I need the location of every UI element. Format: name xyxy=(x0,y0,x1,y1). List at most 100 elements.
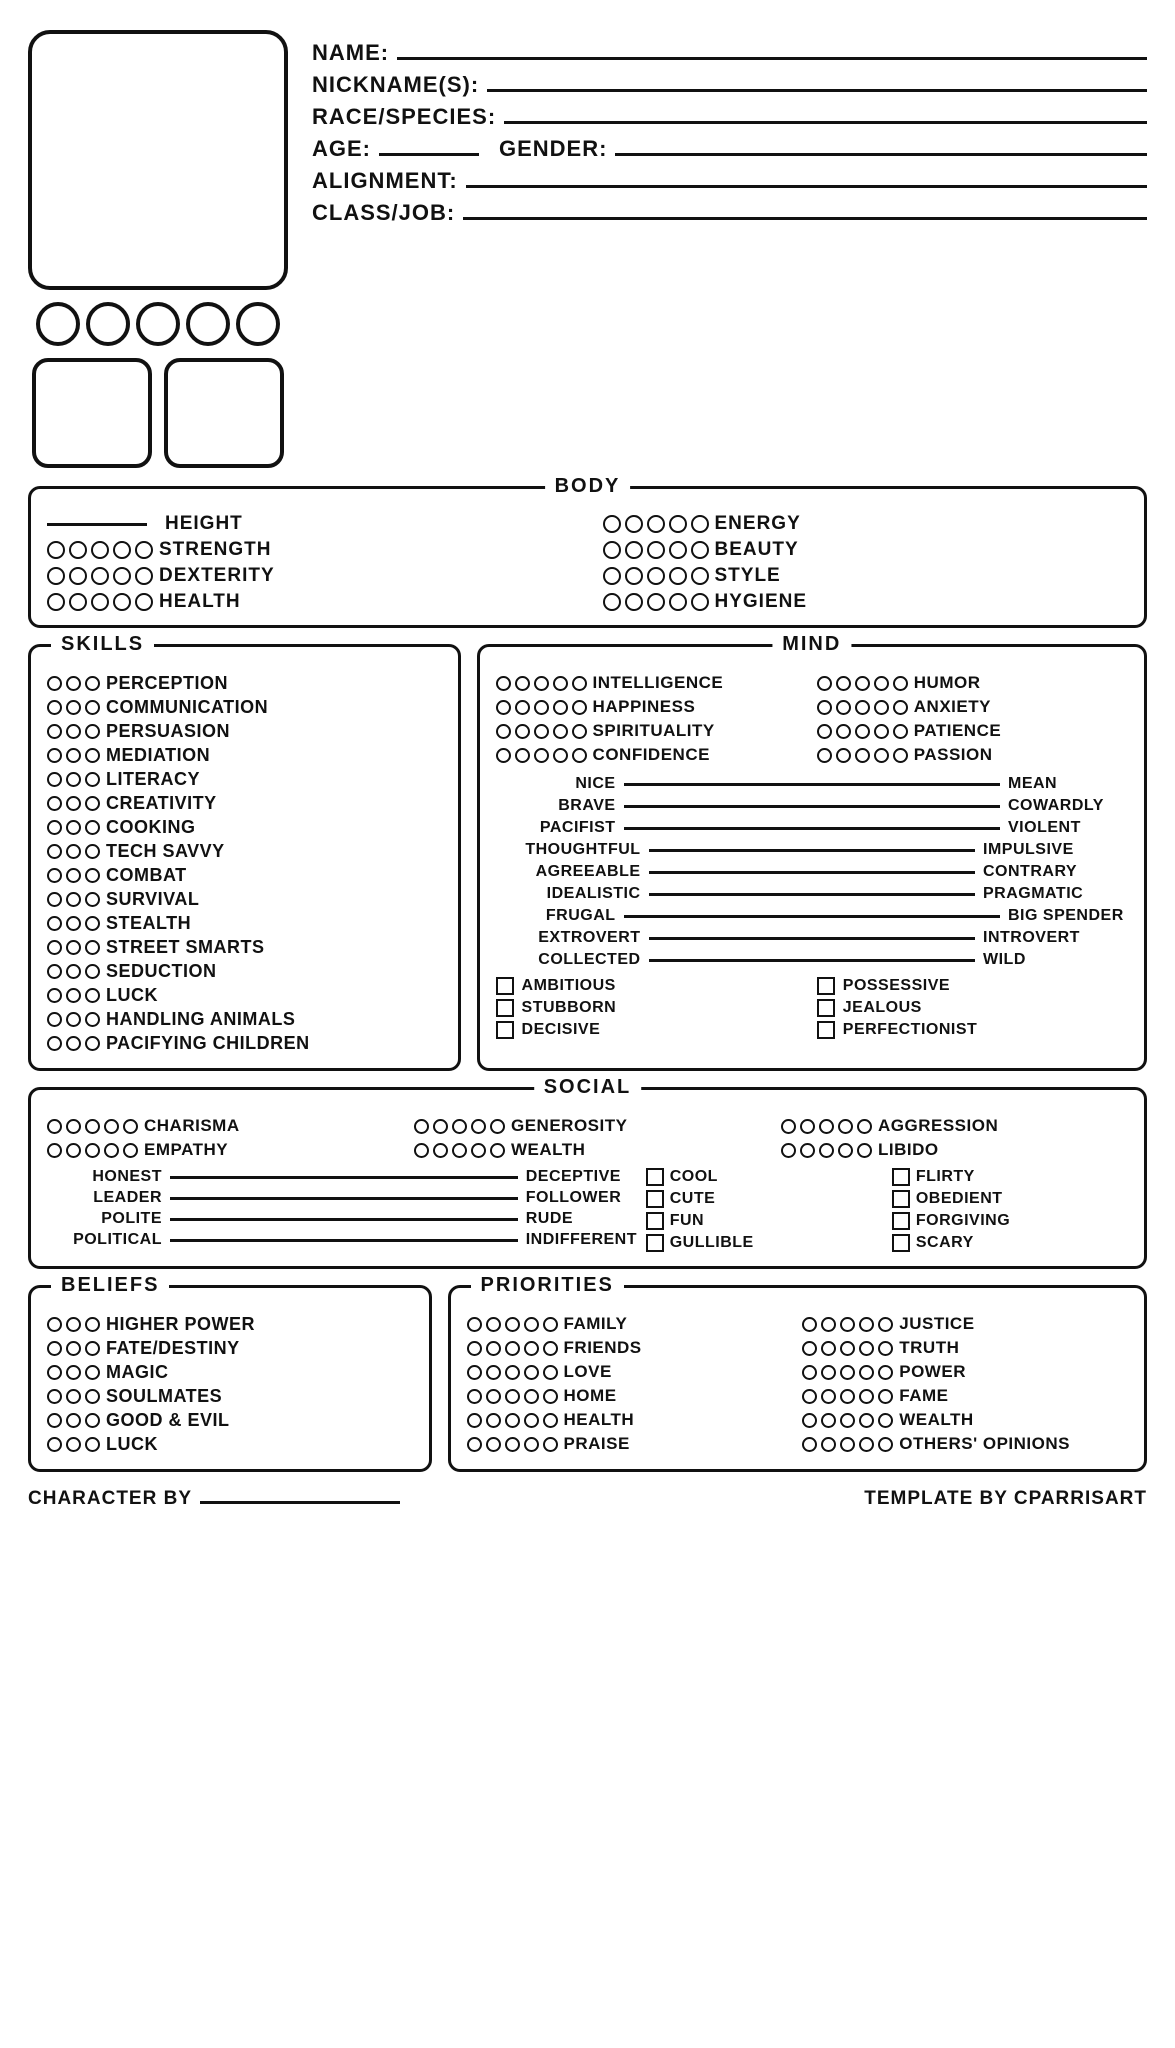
slider-thoughtful-impulsive: THOUGHTFUL IMPULSIVE xyxy=(496,841,1128,859)
main-portrait xyxy=(28,30,288,290)
mind-stats-grid: INTELLIGENCE HUMOR HAPPINESS ANXIETY xyxy=(496,673,1128,765)
patience-row: PATIENCE xyxy=(817,721,1128,741)
health-row: HEALTH xyxy=(47,591,573,613)
mind-sliders: NICE MEAN BRAVE COWARDLY PACIFIST VIOLEN… xyxy=(496,775,1128,969)
cb-scary: SCARY xyxy=(892,1234,1128,1252)
checkbox-cute[interactable] xyxy=(646,1190,664,1208)
slider-extrovert-introvert: EXTROVERT INTROVERT xyxy=(496,929,1128,947)
beauty-row: BEAUTY xyxy=(603,539,1129,561)
beauty-label: BEAUTY xyxy=(715,539,799,561)
slider-leader-follower: LEADER FOLLOWER xyxy=(47,1189,626,1207)
priority-love: LOVE xyxy=(467,1362,793,1382)
skill-handling-animals: HANDLING ANIMALS xyxy=(47,1009,442,1030)
priority-truth: TRUTH xyxy=(802,1338,1128,1358)
height-label: HEIGHT xyxy=(165,513,243,535)
checkbox-forgiving[interactable] xyxy=(892,1212,910,1230)
cb-forgiving: FORGIVING xyxy=(892,1212,1128,1230)
intelligence-row: INTELLIGENCE xyxy=(496,673,807,693)
name-line: NAME: xyxy=(312,40,1147,66)
health-circles xyxy=(47,593,153,611)
alignment-line: ALIGNMENT: xyxy=(312,168,1147,194)
body-section: BODY HEIGHT ENERGY xyxy=(28,486,1147,628)
gender-line: GENDER: xyxy=(499,136,1147,162)
mind-content: INTELLIGENCE HUMOR HAPPINESS ANXIETY xyxy=(496,661,1128,1039)
dexterity-label: DEXTERITY xyxy=(159,565,275,587)
info-column: NAME: NICKNAME(S): RACE/SPECIES: AGE: GE… xyxy=(312,30,1147,468)
priority-praise: PRAISE xyxy=(467,1434,793,1454)
slider-collected-wild: COLLECTED WILD xyxy=(496,951,1128,969)
spirituality-row: SPIRITUALITY xyxy=(496,721,807,741)
portrait-small-2 xyxy=(164,358,284,468)
energy-row: ENERGY xyxy=(603,513,1129,535)
cb-ambitious: AMBITIOUS xyxy=(496,977,807,995)
skill-communication: COMMUNICATION xyxy=(47,697,442,718)
checkbox-stubborn[interactable] xyxy=(496,999,514,1017)
mind-section: MIND INTELLIGENCE HUMOR HAPPINESS xyxy=(477,644,1147,1071)
energy-label: ENERGY xyxy=(715,513,801,535)
skill-street-smarts: STREET SMARTS xyxy=(47,937,442,958)
humor-row: HUMOR xyxy=(817,673,1128,693)
race-underline xyxy=(504,121,1147,124)
skill-luck: LUCK xyxy=(47,985,442,1006)
priority-family: FAMILY xyxy=(467,1314,793,1334)
slider-brave-cowardly: BRAVE COWARDLY xyxy=(496,797,1128,815)
slider-idealistic-pragmatic: IDEALISTIC PRAGMATIC xyxy=(496,885,1128,903)
cb-cool: COOL xyxy=(646,1168,882,1186)
strength-row: STRENGTH xyxy=(47,539,573,561)
bubble-1 xyxy=(36,302,80,346)
mind-checkboxes: AMBITIOUS POSSESSIVE STUBBORN JEALOUS xyxy=(496,977,1128,1039)
footer: CHARACTER BY TEMPLATE BY CPARRISART xyxy=(28,1488,1147,1510)
confidence-row: CONFIDENCE xyxy=(496,745,807,765)
checkbox-fun[interactable] xyxy=(646,1212,664,1230)
priority-friends: FRIENDS xyxy=(467,1338,793,1358)
checkbox-cool[interactable] xyxy=(646,1168,664,1186)
bubble-2 xyxy=(86,302,130,346)
belief-higher-power: HIGHER POWER xyxy=(47,1314,413,1335)
skill-literacy: LITERACY xyxy=(47,769,442,790)
cb-decisive: DECISIVE xyxy=(496,1021,807,1039)
slider-frugal-bigspender: FRUGAL BIG SPENDER xyxy=(496,907,1128,925)
bubble-5 xyxy=(236,302,280,346)
wealth-row: WEALTH xyxy=(414,1140,761,1160)
priority-health: HEALTH xyxy=(467,1410,793,1430)
social-section: SOCIAL CHARISMA GENEROSITY AGGRESSION EM… xyxy=(28,1087,1147,1269)
checkbox-obedient[interactable] xyxy=(892,1190,910,1208)
libido-row: LIBIDO xyxy=(781,1140,1128,1160)
cb-stubborn: STUBBORN xyxy=(496,999,807,1017)
race-label: RACE/SPECIES: xyxy=(312,104,496,130)
skill-perception: PERCEPTION xyxy=(47,673,442,694)
beliefs-priorities: BELIEFS HIGHER POWER FATE/DESTINY MAGIC … xyxy=(28,1285,1147,1472)
alignment-underline xyxy=(466,185,1147,188)
bubble-4 xyxy=(186,302,230,346)
cb-possessive: POSSESSIVE xyxy=(817,977,1128,995)
body-title: BODY xyxy=(545,475,631,498)
checkbox-decisive[interactable] xyxy=(496,1021,514,1039)
priority-others-opinions: OTHERS' OPINIONS xyxy=(802,1434,1128,1454)
social-stats: CHARISMA GENEROSITY AGGRESSION EMPATHY W… xyxy=(47,1116,1128,1160)
checkbox-possessive[interactable] xyxy=(817,977,835,995)
checkbox-gullible[interactable] xyxy=(646,1234,664,1252)
cb-obedient: OBEDIENT xyxy=(892,1190,1128,1208)
height-row: HEIGHT xyxy=(47,513,573,535)
dexterity-row: DEXTERITY xyxy=(47,565,573,587)
character-by-underline xyxy=(200,1501,400,1504)
checkbox-scary[interactable] xyxy=(892,1234,910,1252)
checkbox-ambitious[interactable] xyxy=(496,977,514,995)
strength-label: STRENGTH xyxy=(159,539,272,561)
cb-fun: FUN xyxy=(646,1212,882,1230)
portrait-column xyxy=(28,30,288,468)
checkbox-flirty[interactable] xyxy=(892,1168,910,1186)
belief-luck: LUCK xyxy=(47,1434,413,1455)
checkbox-jealous[interactable] xyxy=(817,999,835,1017)
generosity-row: GENEROSITY xyxy=(414,1116,761,1136)
style-row: STYLE xyxy=(603,565,1129,587)
class-underline xyxy=(463,217,1147,220)
race-line: RACE/SPECIES: xyxy=(312,104,1147,130)
checkbox-perfectionist[interactable] xyxy=(817,1021,835,1039)
slider-honest-deceptive: HONEST DECEPTIVE xyxy=(47,1168,626,1186)
anxiety-row: ANXIETY xyxy=(817,697,1128,717)
slider-political-indifferent: POLITICAL INDIFFERENT xyxy=(47,1231,626,1249)
page: NAME: NICKNAME(S): RACE/SPECIES: AGE: GE… xyxy=(28,30,1147,1510)
class-label: CLASS/JOB: xyxy=(312,200,455,226)
template-by-label: TEMPLATE BY CPARRISART xyxy=(864,1488,1147,1510)
